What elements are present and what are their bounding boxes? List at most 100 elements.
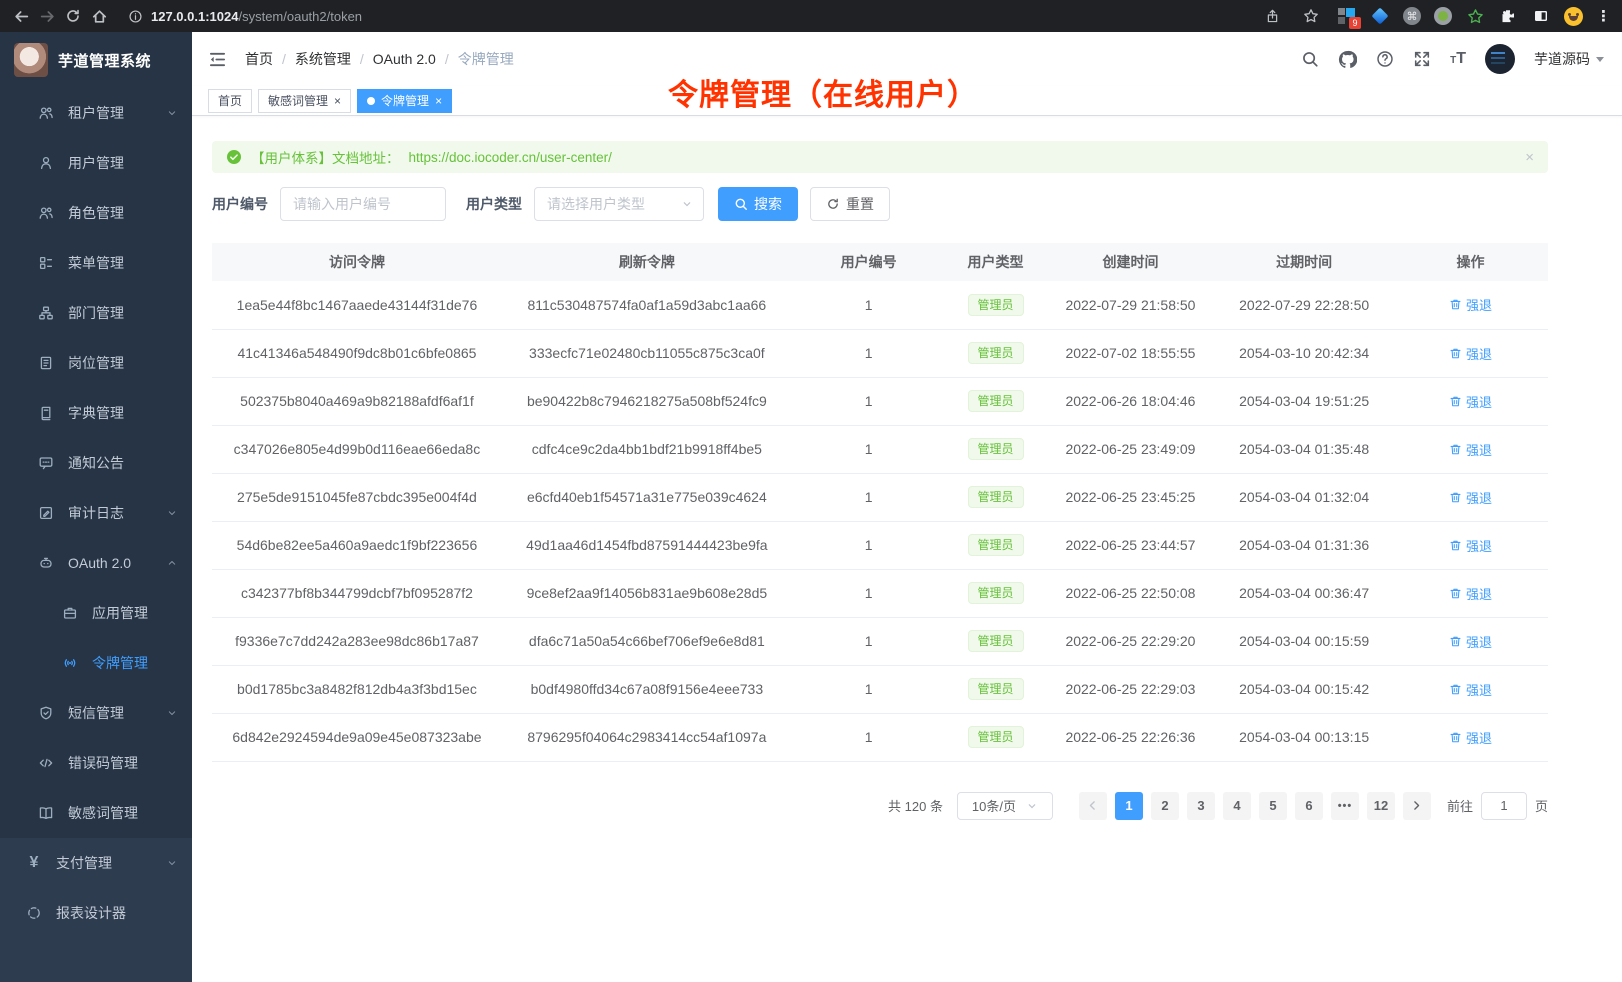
access-token-cell: 275e5de9151045fe87cbdc395e004f4d bbox=[212, 473, 502, 521]
doc-link[interactable]: https://doc.iocoder.cn/user-center/ bbox=[409, 150, 612, 165]
page-button-6[interactable]: 6 bbox=[1295, 792, 1323, 820]
force-logout-button[interactable]: 强退 bbox=[1449, 536, 1492, 555]
sidebar-item-短信管理[interactable]: 短信管理 bbox=[0, 688, 192, 738]
sidebar-item-敏感词管理[interactable]: 敏感词管理 bbox=[0, 788, 192, 838]
page-button-2[interactable]: 2 bbox=[1151, 792, 1179, 820]
extension-gem-icon[interactable] bbox=[1370, 6, 1390, 26]
page-size-select[interactable]: 10条/页 bbox=[957, 792, 1053, 820]
close-icon[interactable]: × bbox=[334, 94, 341, 108]
action-cell: 强退 bbox=[1393, 281, 1548, 329]
browser-back-icon[interactable] bbox=[8, 3, 34, 29]
sidebar-item-label: 部门管理 bbox=[68, 303, 124, 323]
collapse-sidebar-icon[interactable] bbox=[208, 50, 227, 69]
sidebar-item-部门管理[interactable]: 部门管理 bbox=[0, 288, 192, 338]
reset-button[interactable]: 重置 bbox=[810, 187, 890, 221]
page-button-4[interactable]: 4 bbox=[1223, 792, 1251, 820]
close-icon[interactable]: × bbox=[435, 94, 442, 108]
extensions-puzzle-icon[interactable] bbox=[1498, 6, 1518, 26]
font-size-icon[interactable]: TT bbox=[1450, 50, 1466, 68]
action-cell: 强退 bbox=[1393, 521, 1548, 569]
sidebar-item-令牌管理[interactable]: 令牌管理 bbox=[0, 638, 192, 688]
sidebar-item-应用管理[interactable]: 应用管理 bbox=[0, 588, 192, 638]
browser-home-icon[interactable] bbox=[86, 3, 112, 29]
user-menu[interactable]: 芋道源码 bbox=[1534, 49, 1604, 69]
browser-forward-icon[interactable] bbox=[34, 3, 60, 29]
page-button-3[interactable]: 3 bbox=[1187, 792, 1215, 820]
trash-icon bbox=[1449, 539, 1462, 552]
extension-command-icon[interactable]: ⌘ bbox=[1403, 7, 1421, 25]
force-logout-button[interactable]: 强退 bbox=[1449, 680, 1492, 699]
extension-record-icon[interactable] bbox=[1434, 7, 1452, 25]
github-icon[interactable] bbox=[1338, 50, 1357, 69]
sidebar-item-OAuth 2.0[interactable]: OAuth 2.0 bbox=[0, 538, 192, 588]
sidebar-item-支付管理[interactable]: ¥ 支付管理 bbox=[0, 838, 192, 888]
sidebar-item-审计日志[interactable]: 审计日志 bbox=[0, 488, 192, 538]
breadcrumb-system[interactable]: 系统管理 bbox=[295, 49, 351, 69]
extension-star-icon[interactable] bbox=[1465, 6, 1485, 26]
sidebar-item-字典管理[interactable]: 字典管理 bbox=[0, 388, 192, 438]
created-at-cell: 2022-07-29 21:58:50 bbox=[1046, 281, 1216, 329]
page-button-12[interactable]: 12 bbox=[1367, 792, 1395, 820]
browser-reload-icon[interactable] bbox=[60, 3, 86, 29]
fullscreen-icon[interactable] bbox=[1413, 50, 1431, 68]
browser-menu-icon[interactable]: ⋮ bbox=[1596, 7, 1612, 25]
force-logout-button[interactable]: 强退 bbox=[1449, 584, 1492, 603]
pagination: 共 120 条 10条/页 123456•••12 前往 页 bbox=[212, 792, 1548, 820]
expires-at-cell: 2054-03-04 00:36:47 bbox=[1215, 569, 1393, 617]
sidebar-item-菜单管理[interactable]: 菜单管理 bbox=[0, 238, 192, 288]
user-id-cell: 1 bbox=[792, 473, 946, 521]
sidebar-item-label: 菜单管理 bbox=[68, 253, 124, 273]
trash-icon bbox=[1449, 491, 1462, 504]
created-at-cell: 2022-06-25 22:26:36 bbox=[1046, 713, 1216, 761]
user-type-cell: 管理员 bbox=[945, 377, 1045, 425]
chevron-down-icon bbox=[166, 507, 178, 519]
extension-dashboard-icon[interactable]: 9 bbox=[1337, 6, 1357, 26]
sidebar-item-租户管理[interactable]: 租户管理 bbox=[0, 88, 192, 138]
user-type-select[interactable]: 请选择用户类型 bbox=[534, 187, 704, 221]
profile-avatar-icon[interactable] bbox=[1564, 7, 1583, 26]
force-logout-button[interactable]: 强退 bbox=[1449, 295, 1492, 314]
prev-page-button[interactable] bbox=[1079, 792, 1107, 820]
alert-close-icon[interactable]: × bbox=[1525, 149, 1534, 166]
page-more-button[interactable]: ••• bbox=[1331, 792, 1359, 820]
trash-icon bbox=[1449, 298, 1462, 311]
address-bar[interactable]: 127.0.0.1:1024/system/oauth2/token bbox=[128, 8, 1247, 24]
bookmark-star-icon[interactable] bbox=[1298, 3, 1324, 29]
chevron-down-icon bbox=[681, 198, 693, 210]
sidebar-item-用户管理[interactable]: 用户管理 bbox=[0, 138, 192, 188]
breadcrumb-current: 令牌管理 bbox=[458, 49, 514, 69]
force-logout-button[interactable]: 强退 bbox=[1449, 728, 1492, 747]
search-button[interactable]: 搜索 bbox=[718, 187, 798, 221]
sidebar-item-错误码管理[interactable]: 错误码管理 bbox=[0, 738, 192, 788]
sidebar-item-通知公告[interactable]: 通知公告 bbox=[0, 438, 192, 488]
sidebar-item-岗位管理[interactable]: 岗位管理 bbox=[0, 338, 192, 388]
user-avatar[interactable] bbox=[1485, 44, 1515, 74]
sidebar-item-报表设计器[interactable]: 报表设计器 bbox=[0, 888, 192, 938]
sidebar-item-角色管理[interactable]: 角色管理 bbox=[0, 188, 192, 238]
tab-令牌管理[interactable]: 令牌管理 × bbox=[357, 89, 452, 113]
user-id-input[interactable] bbox=[280, 187, 446, 221]
search-icon[interactable] bbox=[1301, 50, 1319, 68]
tab-敏感词管理[interactable]: 敏感词管理 × bbox=[258, 89, 351, 113]
force-logout-button[interactable]: 强退 bbox=[1449, 632, 1492, 651]
site-info-icon[interactable] bbox=[128, 9, 143, 24]
force-logout-button[interactable]: 强退 bbox=[1449, 392, 1492, 411]
next-page-button[interactable] bbox=[1403, 792, 1431, 820]
goto-page-input[interactable] bbox=[1481, 792, 1527, 820]
access-token-cell: 1ea5e44f8bc1467aaede43144f31de76 bbox=[212, 281, 502, 329]
force-logout-button[interactable]: 强退 bbox=[1449, 488, 1492, 507]
page-button-1[interactable]: 1 bbox=[1115, 792, 1143, 820]
tab-首页[interactable]: 首页 bbox=[208, 89, 252, 113]
user-id-cell: 1 bbox=[792, 665, 946, 713]
table-row: 1ea5e44f8bc1467aaede43144f31de76 811c530… bbox=[212, 281, 1548, 329]
force-logout-button[interactable]: 强退 bbox=[1449, 440, 1492, 459]
page-button-5[interactable]: 5 bbox=[1259, 792, 1287, 820]
force-logout-button[interactable]: 强退 bbox=[1449, 344, 1492, 363]
user-type-cell: 管理员 bbox=[945, 521, 1045, 569]
breadcrumb-home[interactable]: 首页 bbox=[245, 49, 273, 69]
help-icon[interactable] bbox=[1376, 50, 1394, 68]
side-panel-icon[interactable] bbox=[1531, 6, 1551, 26]
chevron-down-icon bbox=[166, 857, 178, 869]
breadcrumb-oauth2[interactable]: OAuth 2.0 bbox=[373, 51, 436, 67]
share-icon[interactable] bbox=[1259, 3, 1285, 29]
